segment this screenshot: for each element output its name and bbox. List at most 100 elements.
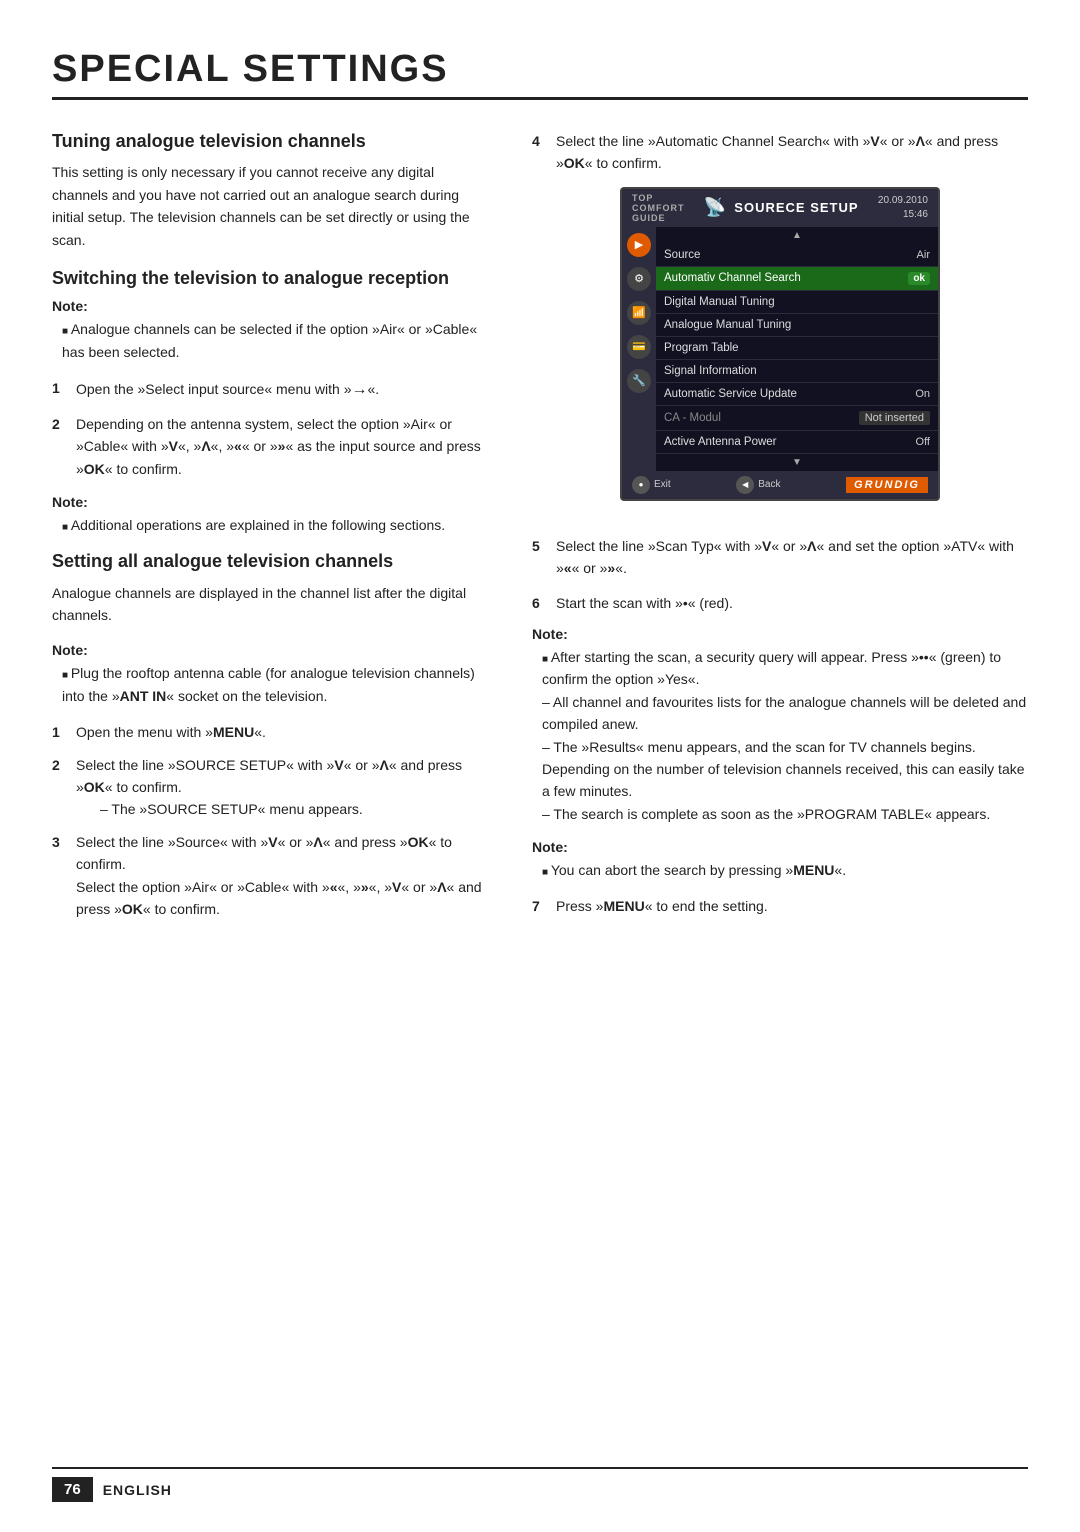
tv-icon-tool: 🔧: [627, 369, 651, 393]
note-label-right-1: Note:: [532, 626, 1028, 642]
step-r5: 5 Select the line »Scan Typ« with »V« or…: [532, 535, 1028, 580]
page-title: SPECIAL SETTINGS: [52, 48, 1028, 100]
tv-exit-btn: ● Exit: [632, 476, 671, 494]
abort-text: abort: [605, 862, 637, 878]
tv-exit-label: Exit: [654, 479, 671, 490]
step-r7-content: Press »MENU« to end the setting.: [556, 895, 1028, 917]
step-r6: 6 Start the scan with »•« (red).: [532, 592, 1028, 614]
tv-menu-analogue-manual: Analogue Manual Tuning: [656, 314, 938, 337]
step-r4: 4 Select the line »Automatic Channel Sea…: [532, 130, 1028, 175]
note-block-right-2: Note: You can abort the search by pressi…: [532, 839, 1028, 881]
note-r1-sub: – All channel and favourites lists for t…: [532, 691, 1028, 825]
step-num-r7: 7: [532, 895, 548, 917]
tv-menu: ▲ Source Air Automativ Channel Search ok…: [656, 227, 938, 471]
note-list-1: Analogue channels can be selected if the…: [52, 318, 492, 363]
steps-setting: 1 Open the menu with »MENU«. 2 Select th…: [52, 721, 492, 920]
note-block-1: Note: Analogue channels can be selected …: [52, 298, 492, 363]
note-list-3: Plug the rooftop antenna cable (for anal…: [52, 662, 492, 707]
note-list-right-1: After starting the scan, a security quer…: [532, 646, 1028, 691]
note-list-2: Additional operations are explained in t…: [52, 514, 492, 536]
step-s2-content: Select the line »SOURCE SETUP« with »V« …: [76, 754, 492, 821]
tv-chevron-down: ▼: [656, 454, 938, 471]
tv-menu-title: SOURECE SETUP: [734, 200, 858, 215]
tv-header-left: TOPCOMFORTGUIDE: [632, 193, 685, 223]
tv-auto-search-label: Automativ Channel Search: [664, 272, 801, 284]
tv-menu-auto-update: Automatic Service Update On: [656, 383, 938, 406]
step-r5-content: Select the line »Scan Typ« with »V« or »…: [556, 535, 1028, 580]
step-num-s3: 3: [52, 831, 68, 921]
note-label-1: Note:: [52, 298, 492, 314]
tv-menu-auto-search: Automativ Channel Search ok: [656, 267, 938, 291]
section-setting: Setting all analogue television channels…: [52, 550, 492, 920]
main-columns: Tuning analogue television channels This…: [52, 130, 1028, 934]
tv-source-val: Air: [917, 249, 930, 261]
section-setting-body: Analogue channels are displayed in the c…: [52, 582, 492, 627]
tv-menu-digital-manual: Digital Manual Tuning: [656, 291, 938, 314]
tv-analogue-manual-label: Analogue Manual Tuning: [664, 319, 791, 331]
tv-menu-antenna-power: Active Antenna Power Off: [656, 431, 938, 454]
step-s2-sub: – The »SOURCE SETUP« menu appears.: [76, 801, 363, 817]
step-s3: 3 Select the line »Source« with »V« or »…: [52, 831, 492, 921]
tv-source-label: Source: [664, 249, 700, 261]
tv-auto-update-label: Automatic Service Update: [664, 388, 797, 400]
step-1-content: Open the »Select input source« menu with…: [76, 377, 492, 403]
step-s2: 2 Select the line »SOURCE SETUP« with »V…: [52, 754, 492, 821]
tv-screen: TOPCOMFORTGUIDE 📡 SOURECE SETUP 20.09.20…: [620, 187, 940, 501]
tv-ca-modul-val: Not inserted: [859, 411, 930, 425]
step-r7: 7 Press »MENU« to end the setting.: [532, 895, 1028, 917]
section-setting-title: Setting all analogue television channels: [52, 550, 492, 573]
tv-menu-ca-modul: CA - Modul Not inserted: [656, 406, 938, 431]
tv-digital-manual-label: Digital Manual Tuning: [664, 296, 775, 308]
steps-switching: 1 Open the »Select input source« menu wi…: [52, 377, 492, 480]
section-switching-title: Switching the television to analogue rec…: [52, 267, 492, 290]
tv-menu-source: Source Air: [656, 244, 938, 267]
tv-icon-signal: 📶: [627, 301, 651, 325]
tv-auto-update-val: On: [915, 388, 930, 400]
page-footer: 76 ENGLISH: [52, 1467, 1028, 1502]
step-num-r5: 5: [532, 535, 548, 580]
tv-exit-icon: ●: [632, 476, 650, 494]
note-label-right-2: Note:: [532, 839, 1028, 855]
tv-back-label: Back: [758, 479, 780, 490]
step-num-s1: 1: [52, 721, 68, 743]
tv-ca-modul-label: CA - Modul: [664, 412, 721, 424]
tv-icon-card: 💳: [627, 335, 651, 359]
step-r6-content: Start the scan with »•« (red).: [556, 592, 1028, 614]
step-2-content: Depending on the antenna system, select …: [76, 413, 492, 480]
note-block-3: Note: Plug the rooftop antenna cable (fo…: [52, 642, 492, 707]
step-r4-content: Select the line »Automatic Channel Searc…: [556, 130, 1028, 175]
tv-back-icon: ◀: [736, 476, 754, 494]
step-num-s2: 2: [52, 754, 68, 821]
search-text: search: [664, 862, 706, 878]
tv-header: TOPCOMFORTGUIDE 📡 SOURECE SETUP 20.09.20…: [622, 189, 938, 227]
footer-language: ENGLISH: [103, 1482, 172, 1498]
note-item-3: Plug the rooftop antenna cable (for anal…: [62, 662, 492, 707]
step-num-r4: 4: [532, 130, 548, 175]
note-block-right-1: Note: After starting the scan, a securit…: [532, 626, 1028, 825]
note-item-2: Additional operations are explained in t…: [62, 514, 492, 536]
tv-menu-program-table: Program Table: [656, 337, 938, 360]
tv-icons: ▶ ⚙ 📶 💳 🔧: [622, 227, 656, 471]
section-tuning-body: This setting is only necessary if you ca…: [52, 161, 492, 251]
page: SPECIAL SETTINGS Tuning analogue televis…: [0, 0, 1080, 1532]
note-r1-item1: After starting the scan, a security quer…: [542, 646, 1028, 691]
step-num-r6: 6: [532, 592, 548, 614]
note-label-2: Note:: [52, 494, 492, 510]
note-label-3: Note:: [52, 642, 492, 658]
section-tuning-title: Tuning analogue television channels: [52, 130, 492, 153]
tv-brand: TOPCOMFORTGUIDE: [632, 193, 685, 223]
tv-ok-badge: ok: [908, 272, 930, 285]
tv-footer: ● Exit ◀ Back GRUNDIG: [622, 471, 938, 499]
footer-page-num: 76: [52, 1477, 93, 1502]
step-s1: 1 Open the menu with »MENU«.: [52, 721, 492, 743]
tv-antenna-power-val: Off: [916, 436, 930, 448]
tv-time: 20.09.201015:46: [878, 194, 928, 222]
note-list-right-2: You can abort the search by pressing »ME…: [532, 859, 1028, 881]
step-2: 2 Depending on the antenna system, selec…: [52, 413, 492, 480]
grundig-logo: GRUNDIG: [846, 477, 928, 493]
note-r2-item1: You can abort the search by pressing »ME…: [542, 859, 1028, 881]
section-switching: Switching the television to analogue rec…: [52, 267, 492, 536]
step-1: 1 Open the »Select input source« menu wi…: [52, 377, 492, 403]
tv-back-btn: ◀ Back: [736, 476, 780, 494]
step-num-1: 1: [52, 377, 68, 403]
